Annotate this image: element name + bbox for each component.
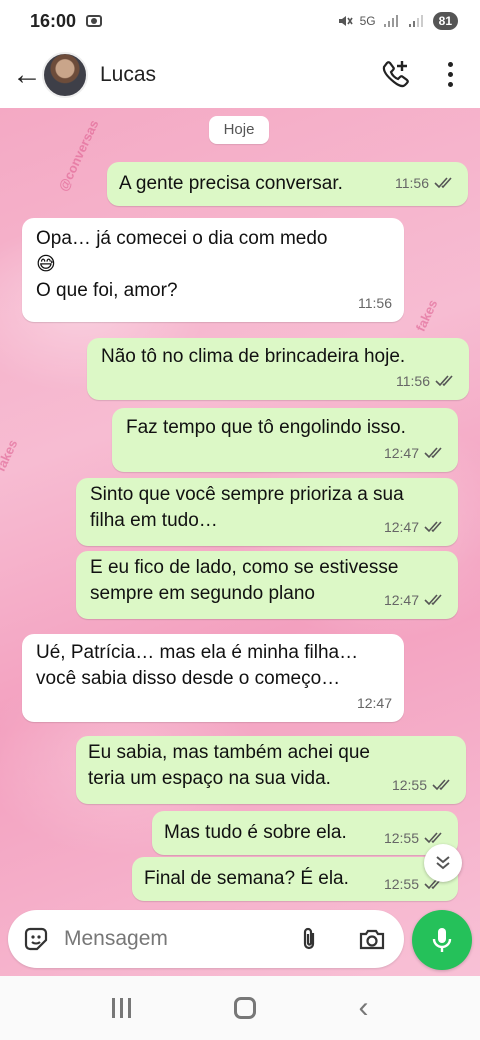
double-chevron-down-icon xyxy=(436,856,450,870)
message-bubble-incoming[interactable]: Ué, Patrícia… mas ela é minha filha… voc… xyxy=(22,634,404,722)
arrow-left-icon[interactable]: ← xyxy=(12,60,42,90)
status-icons: 5G 81 xyxy=(337,12,458,30)
message-text: Faz tempo que tô engolindo isso. xyxy=(126,417,406,438)
message-bubble-outgoing[interactable]: Final de semana? É ela. 12:55 xyxy=(132,857,458,901)
battery-level: 81 xyxy=(432,12,458,30)
wallpaper-watermark: fakes xyxy=(0,437,21,474)
message-time: 12:55 xyxy=(383,830,419,846)
more-vert-icon[interactable] xyxy=(440,60,460,90)
date-chip: Hoje xyxy=(209,116,269,144)
chat-area[interactable]: @conversas fakes fakes Hoje A gente prec… xyxy=(0,108,480,976)
camera-icon[interactable] xyxy=(358,926,386,952)
double-check-icon xyxy=(424,594,442,606)
double-check-icon xyxy=(434,177,452,189)
status-time: 16:00 xyxy=(30,10,77,31)
double-check-icon xyxy=(424,447,442,459)
message-time: 12:47 xyxy=(383,445,419,461)
message-bubble-outgoing[interactable]: Sinto que você sempre prioriza a sua fil… xyxy=(76,478,458,546)
message-bubble-outgoing[interactable]: Mas tudo é sobre ela. 12:55 xyxy=(152,811,458,855)
system-navigation-bar: ‹ xyxy=(0,976,480,1040)
paperclip-icon[interactable] xyxy=(298,926,320,952)
sticker-icon[interactable] xyxy=(22,925,50,953)
wallpaper-watermark: @conversas xyxy=(55,117,102,194)
network-type: 5G xyxy=(359,14,376,28)
message-time: 12:55 xyxy=(383,876,419,892)
message-time: 12:55 xyxy=(391,777,427,793)
message-bubble-outgoing[interactable]: Eu sabia, mas também achei que teria um … xyxy=(76,736,466,804)
chat-header: ← Lucas xyxy=(0,42,480,108)
double-check-icon xyxy=(424,832,442,844)
wallpaper-watermark: fakes xyxy=(412,297,441,334)
message-time: 12:47 xyxy=(356,695,392,711)
mute-icon xyxy=(338,16,353,26)
message-time: 11:56 xyxy=(395,175,429,191)
message-bubble-outgoing[interactable]: E eu fico de lado, como se estivesse sem… xyxy=(76,551,458,619)
microphone-button[interactable] xyxy=(412,910,472,970)
home-icon[interactable] xyxy=(233,997,256,1019)
double-check-icon xyxy=(432,779,450,791)
status-bar: 16:00 5G 81 xyxy=(0,0,480,42)
add-call-icon[interactable] xyxy=(380,58,412,90)
back-nav-icon[interactable]: ‹ xyxy=(359,993,369,1023)
avatar[interactable] xyxy=(42,52,88,98)
message-time: 11:56 xyxy=(358,295,392,311)
double-check-icon xyxy=(424,521,442,533)
message-bubble-incoming[interactable]: Opa… já comecei o dia com medo 😅 O que f… xyxy=(22,218,404,322)
message-input[interactable] xyxy=(64,927,264,951)
message-text: Não tô no clima de brincadeira hoje. xyxy=(101,346,406,367)
message-time: 12:47 xyxy=(383,519,419,535)
signal-2-icon xyxy=(408,15,423,27)
message-bubble-outgoing[interactable]: Faz tempo que tô engolindo isso. 12:47 xyxy=(112,408,458,472)
contact-name[interactable]: Lucas xyxy=(100,63,156,87)
signal-icon xyxy=(383,15,398,27)
scroll-to-bottom-button[interactable] xyxy=(424,844,462,882)
message-time: 12:47 xyxy=(383,592,419,608)
message-time: 11:56 xyxy=(396,373,430,389)
microphone-icon xyxy=(432,928,452,952)
message-text: Opa… já comecei o dia com medo 😅 O que f… xyxy=(36,228,328,301)
message-composer xyxy=(8,910,404,968)
screen-record-icon xyxy=(86,15,103,27)
recent-apps-icon[interactable] xyxy=(111,998,131,1018)
message-bubble-outgoing[interactable]: Não tô no clima de brincadeira hoje. 11:… xyxy=(87,338,469,400)
double-check-icon xyxy=(435,375,453,387)
message-text: Ué, Patrícia… mas ela é minha filha… voc… xyxy=(36,642,359,689)
message-bubble-outgoing[interactable]: A gente precisa conversar. 11:56 xyxy=(107,162,468,206)
